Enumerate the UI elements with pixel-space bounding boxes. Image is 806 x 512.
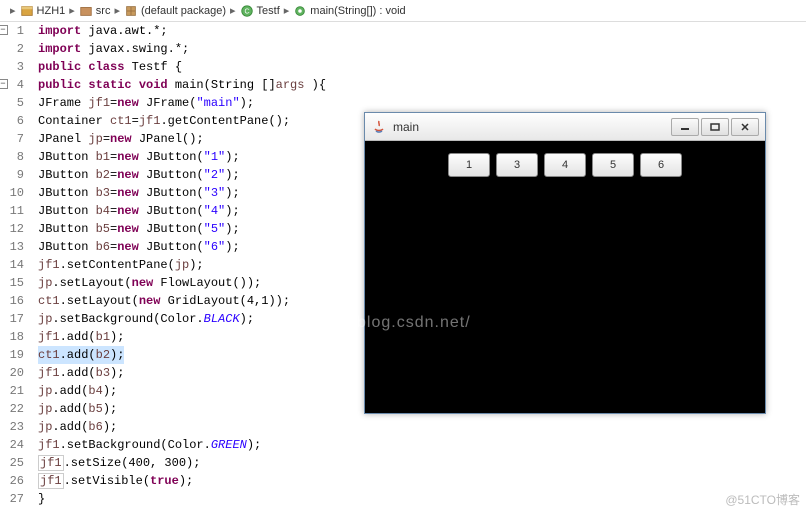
breadcrumb-label: HZH1 — [37, 5, 66, 17]
method-icon — [293, 4, 307, 18]
jbutton-6[interactable]: 6 — [640, 153, 682, 177]
line-number: 5 — [0, 94, 24, 112]
line-number: 10 — [0, 184, 24, 202]
breadcrumb-method[interactable]: main(String[]) : void — [293, 4, 405, 18]
window-content-pane: 13456 — [365, 141, 765, 413]
line-number: 14 — [0, 256, 24, 274]
corner-watermark: @51CTO博客 — [725, 491, 800, 508]
breadcrumb-label: main(String[]) : void — [310, 5, 405, 17]
chevron-right-icon: ▸ — [69, 4, 75, 17]
code-line[interactable]: import java.awt.*; — [38, 22, 806, 40]
code-line[interactable]: } — [38, 490, 806, 508]
jbutton-5[interactable]: 5 — [592, 153, 634, 177]
line-number: 22 — [0, 400, 24, 418]
package-icon — [124, 4, 138, 18]
jbutton-3[interactable]: 3 — [496, 153, 538, 177]
class-icon: C — [240, 4, 254, 18]
breadcrumb-label: Testf — [257, 5, 280, 17]
line-number: 27 — [0, 490, 24, 508]
chevron-right-icon: ▸ — [10, 4, 16, 17]
line-number: 18 — [0, 328, 24, 346]
line-number: 19 — [0, 346, 24, 364]
fold-icon[interactable]: − — [0, 25, 8, 35]
breadcrumb-src[interactable]: src — [79, 4, 111, 18]
maximize-button[interactable] — [701, 118, 729, 136]
line-number: 8 — [0, 148, 24, 166]
line-number: 3 — [0, 58, 24, 76]
line-number: 7 — [0, 130, 24, 148]
line-gutter: −123−45678910111213141516171819202122232… — [0, 22, 30, 512]
line-number: 9 — [0, 166, 24, 184]
line-number: −1 — [0, 22, 24, 40]
line-number: 17 — [0, 310, 24, 328]
line-number: 15 — [0, 274, 24, 292]
line-number: 20 — [0, 364, 24, 382]
line-number: −4 — [0, 76, 24, 94]
chevron-right-icon: ▸ — [230, 4, 236, 17]
breadcrumb-class[interactable]: C Testf — [240, 4, 280, 18]
line-number: 12 — [0, 220, 24, 238]
line-number: 23 — [0, 418, 24, 436]
fold-icon[interactable]: − — [0, 79, 8, 89]
project-icon — [20, 4, 34, 18]
chevron-right-icon: ▸ — [284, 4, 290, 17]
line-number: 24 — [0, 436, 24, 454]
line-number: 11 — [0, 202, 24, 220]
line-number: 25 — [0, 454, 24, 472]
jbutton-4[interactable]: 4 — [544, 153, 586, 177]
line-number: 16 — [0, 292, 24, 310]
window-title: main — [393, 120, 671, 134]
code-line[interactable]: import javax.swing.*; — [38, 40, 806, 58]
code-line[interactable]: JFrame jf1=new JFrame("main"); — [38, 94, 806, 112]
folder-icon — [79, 4, 93, 18]
java-icon — [371, 119, 387, 135]
line-number: 21 — [0, 382, 24, 400]
line-number: 13 — [0, 238, 24, 256]
code-line[interactable]: jf1.setVisible(true); — [38, 472, 806, 490]
code-line[interactable]: jp.add(b6); — [38, 418, 806, 436]
window-titlebar[interactable]: main — [365, 113, 765, 141]
line-number: 26 — [0, 472, 24, 490]
close-button[interactable] — [731, 118, 759, 136]
jbutton-1[interactable]: 1 — [448, 153, 490, 177]
code-line[interactable]: jf1.setBackground(Color.GREEN); — [38, 436, 806, 454]
code-line[interactable]: jf1.setSize(400, 300); — [38, 454, 806, 472]
breadcrumb-label: (default package) — [141, 5, 226, 17]
breadcrumb-label: src — [96, 5, 111, 17]
code-line[interactable]: public static void main(String []args ){ — [38, 76, 806, 94]
breadcrumb-project[interactable]: HZH1 — [20, 4, 66, 18]
java-app-window: main 13456 — [364, 112, 766, 414]
line-number: 6 — [0, 112, 24, 130]
minimize-button[interactable] — [671, 118, 699, 136]
code-line[interactable]: public class Testf { — [38, 58, 806, 76]
chevron-right-icon: ▸ — [114, 4, 120, 17]
breadcrumb: ▸ HZH1 ▸ src ▸ (default package) ▸ C Tes… — [0, 0, 806, 22]
svg-text:C: C — [244, 8, 249, 15]
breadcrumb-package[interactable]: (default package) — [124, 4, 226, 18]
line-number: 2 — [0, 40, 24, 58]
